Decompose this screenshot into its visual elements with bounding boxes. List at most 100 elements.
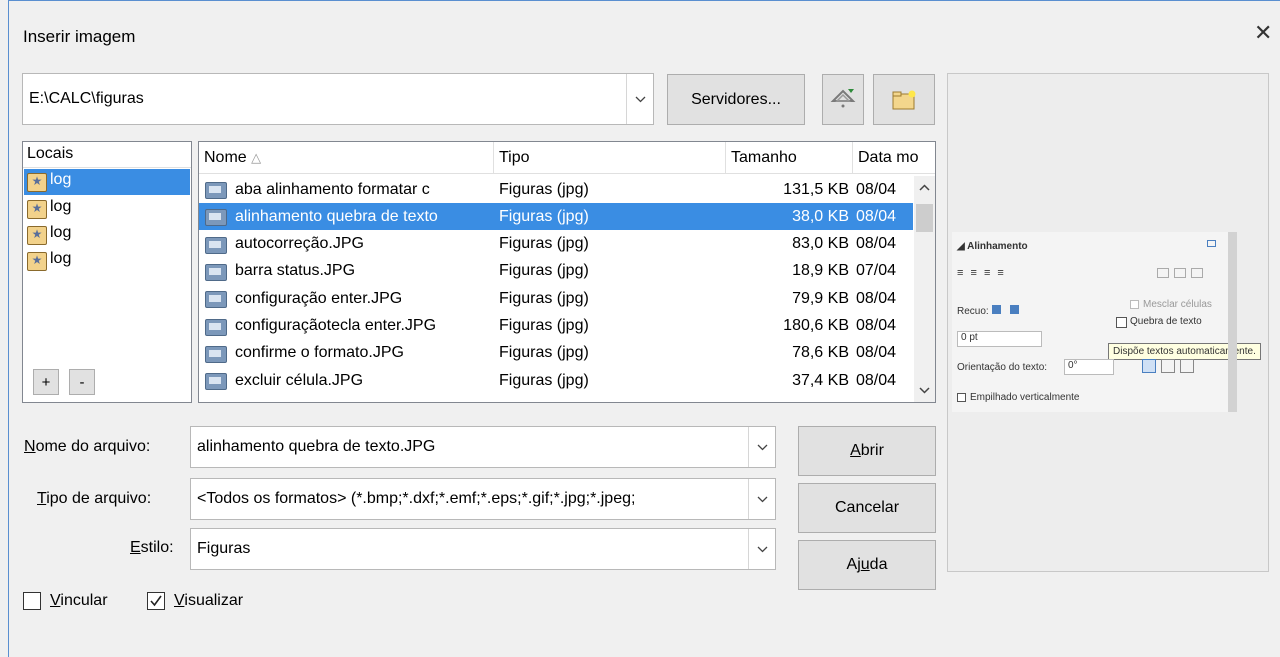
file-row[interactable]: configuraçãotecla enter.JPG Figuras (jpg)… [199,313,913,340]
preview-valign-icon [1191,268,1203,278]
file-name: aba alinhamento formatar c [235,180,430,198]
folder-star-icon: ★ [27,200,47,219]
new-folder-icon [892,90,916,109]
link-label[interactable]: Vincular [50,592,108,610]
new-folder-button[interactable] [873,74,935,125]
preview-scrollbar [1228,232,1237,412]
filetype-select[interactable]: <Todos os formatos> (*.bmp;*.dxf;*.emf;*… [190,478,776,520]
open-button[interactable]: Abrir [798,426,936,476]
column-size[interactable]: Tamanho [726,142,853,174]
places-header: Locais [23,142,191,168]
preview-valign-icon [1157,268,1169,278]
file-size: 131,5 KB [783,180,849,198]
column-name[interactable]: Nome △ [199,142,494,174]
folder-up-button[interactable] [822,74,864,125]
place-item[interactable]: ★ log [24,196,190,222]
file-name: barra status.JPG [235,262,356,280]
preview-tooltip: Dispõe textos automaticamente. [1108,343,1261,360]
preview-orientation-field: 0° [1064,359,1114,375]
file-type: Figuras (jpg) [499,262,589,280]
column-type[interactable]: Tipo [494,142,726,174]
image-file-icon [205,318,227,336]
image-file-icon [205,263,227,281]
cancel-button[interactable]: Cancelar [798,483,936,533]
close-icon[interactable]: ✕ [1254,20,1272,46]
chevron-down-icon[interactable] [626,74,653,124]
file-name: autocorreção.JPG [235,235,364,253]
file-type: Figuras (jpg) [499,207,589,225]
file-name: configuração enter.JPG [235,289,403,307]
place-item[interactable]: ★ log [24,248,190,274]
file-row[interactable]: aba alinhamento formatar c Figuras (jpg) 1… [199,176,913,203]
preview-stacked-label: Empilhado verticalmente [970,392,1080,403]
remove-place-button[interactable]: - [69,369,95,395]
file-type: Figuras (jpg) [499,180,589,198]
preview-wrap-checkbox [1116,317,1127,328]
filename-label: Nome do arquivo: [24,438,151,455]
style-label: Estilo: [130,539,174,556]
file-date: 08/04 [856,344,897,362]
file-size: 79,9 KB [792,289,849,307]
preview-indent-field: 0 pt [957,331,1042,347]
link-checkbox[interactable] [23,592,41,610]
preview-indent-icon [992,305,1001,314]
scrollbar-thumb[interactable] [916,204,933,232]
file-row[interactable]: excluir célula.JPG Figuras (jpg) 37,4 KB 08… [199,367,913,394]
file-row[interactable]: barra status.JPG Figuras (jpg) 18,9 KB 07/0… [199,258,913,285]
preview-stacked-checkbox [957,393,966,402]
vertical-scrollbar[interactable] [914,176,935,402]
scroll-up-icon[interactable] [919,184,930,191]
file-size: 38,0 KB [792,207,849,225]
file-type: Figuras (jpg) [499,317,589,334]
file-date: 08/04 [856,180,897,198]
help-button[interactable]: Aj u da [798,540,936,590]
file-name: configuraçãotecla enter.JPG [235,317,437,334]
file-size: 18,9 KB [792,262,849,280]
place-item[interactable]: ★ log [24,169,190,195]
file-date: 08/04 [856,317,897,334]
image-file-icon [205,236,227,254]
column-date[interactable]: Data mo [853,142,935,174]
file-name: alinhamento quebra de texto [235,207,438,225]
image-file-icon [205,209,227,227]
file-row[interactable]: confirme o formato.JPG Figuras (jpg) 78,6 … [199,340,913,367]
file-size: 37,4 KB [792,371,849,389]
scroll-down-icon[interactable] [919,387,930,394]
preview-section-title: ◢ Alinhamento [957,241,1028,252]
folder-up-icon [830,88,856,107]
chevron-down-icon[interactable] [748,529,775,569]
filename-value: alinhamento quebra de texto.JPG [197,438,436,455]
chevron-down-icon[interactable] [748,427,775,467]
chevron-down-icon[interactable] [748,479,775,519]
preview-more-icon [1207,240,1216,247]
file-type: Figuras (jpg) [499,235,589,253]
place-item[interactable]: ★ log [24,222,190,248]
image-preview-pane: ◢ Alinhamento ≡ ≡ ≡ ≡ Recuo: Mesclar cél… [947,73,1269,572]
places-panel: Locais ★ log ★ log ★ log ★ log + - [22,141,192,403]
servers-button[interactable]: Servidores... [667,74,805,125]
preview-orient-icon [1180,359,1194,373]
file-row[interactable]: autocorreção.JPG Figuras (jpg) 83,0 KB 08/0… [199,231,913,258]
file-date: 08/04 [856,289,897,307]
folder-star-icon: ★ [27,173,47,192]
preview-label[interactable]: Visualizar [174,592,243,610]
preview-checkbox[interactable] [147,592,165,610]
preview-orientation-label: Orientação do texto: [957,362,1048,373]
preview-indent-icon [1010,305,1019,314]
preview-align-icons: ≡ ≡ ≡ ≡ [957,267,1006,279]
style-value: Figuras [197,540,251,557]
file-date: 07/04 [856,262,897,280]
preview-orient-icon [1142,359,1156,373]
style-select[interactable]: Figuras [190,528,776,570]
file-type: Figuras (jpg) [499,289,589,307]
preview-valign-icon [1174,268,1186,278]
add-place-button[interactable]: + [33,369,59,395]
file-row[interactable]: configuração enter.JPG Figuras (jpg) 79,9 … [199,285,913,312]
filename-input[interactable]: alinhamento quebra de texto.JPG [190,426,776,468]
preview-image: ◢ Alinhamento ≡ ≡ ≡ ≡ Recuo: Mesclar cél… [952,232,1261,412]
sort-ascending-icon: △ [251,149,262,165]
file-row[interactable]: alinhamento quebra de texto Figuras (jpg)… [199,203,913,231]
file-type: Figuras (jpg) [499,371,589,389]
file-size: 180,6 KB [783,317,849,334]
path-combobox[interactable]: E:\CALC\figuras [22,73,654,125]
